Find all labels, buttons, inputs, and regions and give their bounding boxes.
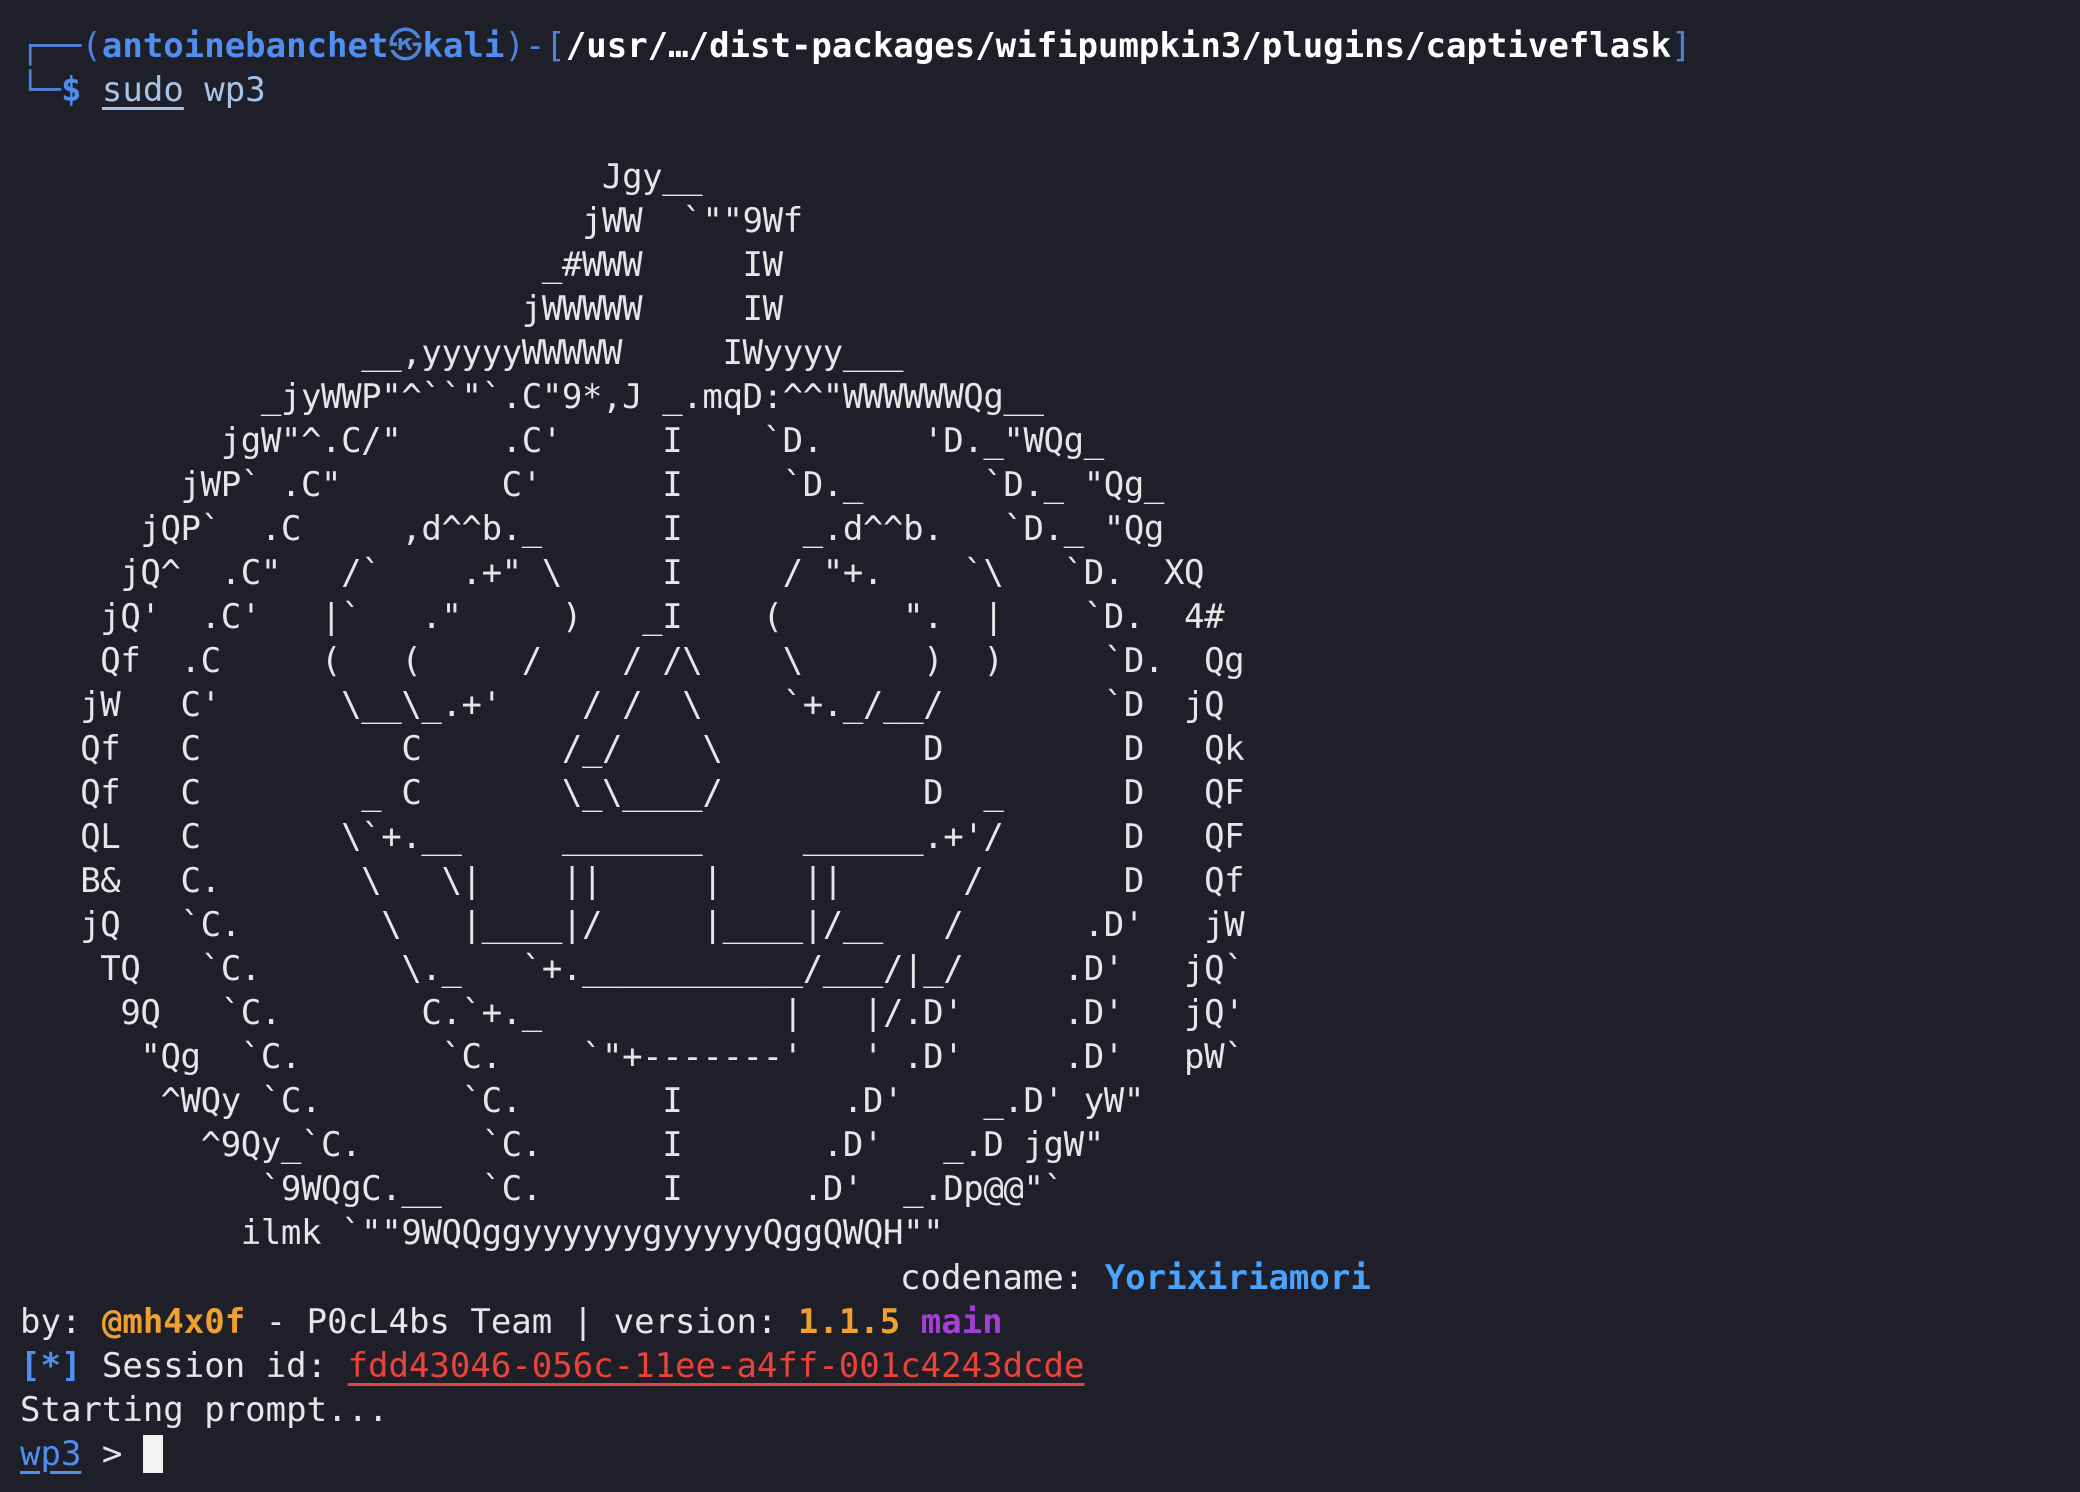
prompt-frame-close: ] (1671, 26, 1692, 66)
prompt-arrow: > (81, 1434, 143, 1474)
prompt-header-line: ┌──(antoinebanchet㉿kali)-[/usr/…/dist-pa… (20, 24, 1692, 68)
starting-prompt-line: Starting prompt... (20, 1390, 389, 1430)
prompt-frame-mid: )-[ (504, 26, 566, 66)
command-arg: wp3 (204, 70, 266, 110)
team-version-label: - P0cL4bs Team | version: (245, 1302, 798, 1342)
command-sudo: sudo (101, 70, 184, 110)
info-star-icon: [*] (20, 1346, 82, 1386)
branch-name: main (920, 1302, 1003, 1342)
prompt-host: kali (422, 26, 505, 66)
author-line: by: @mh4x0f - P0cL4bs Team | version: 1.… (20, 1300, 1003, 1344)
prompt-path: /usr/…/dist-packages/wifipumpkin3/plugin… (565, 26, 1672, 66)
terminal-window[interactable]: ┌──(antoinebanchet㉿kali)-[/usr/…/dist-pa… (0, 0, 2080, 1492)
session-line: [*] Session id: fdd43046-056c-11ee-a4ff-… (20, 1344, 1084, 1388)
prompt-dollar: $ (60, 70, 82, 110)
author-handle: @mh4x0f (101, 1302, 246, 1342)
session-id: fdd43046-056c-11ee-a4ff-001c4243dcde (347, 1346, 1085, 1386)
prompt-command-line: └─$ sudo wp3 (20, 68, 266, 112)
prompt-user: antoinebanchet (101, 26, 389, 66)
wp3-prompt-line[interactable]: wp3 > (20, 1432, 163, 1476)
prompt-frame-bottom: └─ (20, 70, 61, 110)
codename-line: codename: Yorixiriamori (900, 1256, 1371, 1300)
by-label: by: (20, 1302, 102, 1342)
wp3-prompt-name: wp3 (20, 1434, 82, 1474)
terminal-cursor[interactable] (142, 1435, 163, 1473)
prompt-separator-icon: ㉿ (388, 26, 423, 66)
codename-label: codename: (900, 1258, 1105, 1298)
codename-value: Yorixiriamori (1104, 1258, 1371, 1298)
prompt-frame-top: ┌──( (20, 26, 102, 66)
session-label: Session id: (81, 1346, 348, 1386)
version-number: 1.1.5 (797, 1302, 901, 1342)
pumpkin-ascii-art: Jgy__ jWW `""9Wf _#WWW IW jWWWWW IW __,y… (80, 157, 1245, 1253)
